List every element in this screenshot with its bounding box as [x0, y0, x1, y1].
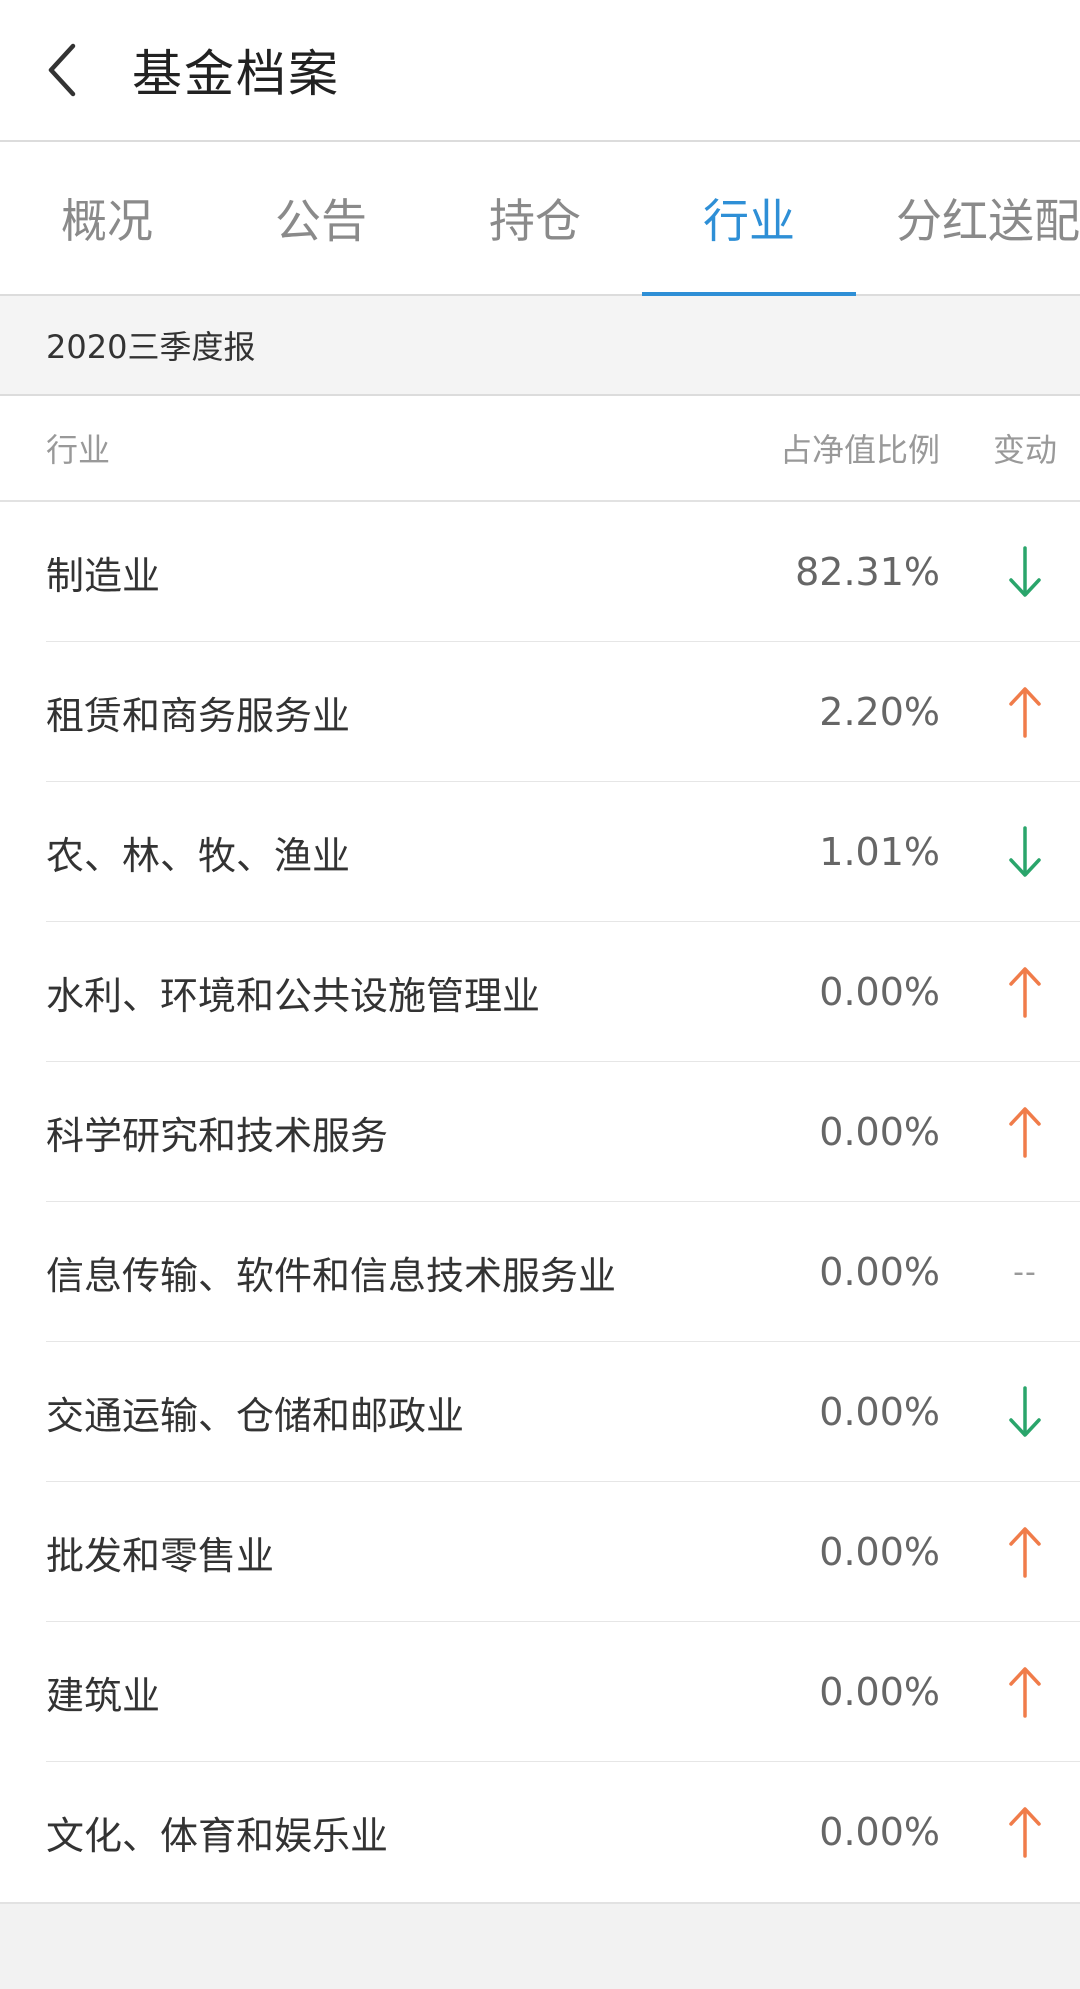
table-row[interactable]: 文化、体育和娱乐业 0.00% — [0, 1762, 1080, 1902]
arrow-up-icon — [940, 1762, 1080, 1902]
tab-overview[interactable]: 概况 — [0, 142, 214, 294]
no-change-indicator: -- — [940, 1202, 1080, 1342]
table-row[interactable]: 批发和零售业 0.00% — [0, 1482, 1080, 1622]
top-bar: 基金档案 — [0, 0, 1080, 142]
arrow-down-icon — [940, 502, 1080, 642]
net-value-ratio: 1.01% — [819, 830, 940, 874]
industry-name: 建筑业 — [46, 1673, 161, 1718]
tab-holdings[interactable]: 持仓 — [428, 142, 642, 294]
table-row[interactable]: 信息传输、软件和信息技术服务业 0.00% -- — [0, 1202, 1080, 1342]
back-button[interactable] — [8, 0, 118, 141]
industry-name: 农、林、牧、渔业 — [46, 833, 351, 878]
chevron-left-icon — [48, 43, 76, 97]
report-period: 2020三季度报 — [0, 296, 1080, 396]
net-value-ratio: 0.00% — [819, 1530, 940, 1574]
table-row[interactable]: 科学研究和技术服务 0.00% — [0, 1062, 1080, 1202]
industry-table: 行业 占净值比例 变动 制造业 82.31% 租赁和商务服务业 2.20% 农、林、牧、… — [0, 396, 1080, 1902]
industry-name: 制造业 — [46, 553, 161, 598]
table-row[interactable]: 农、林、牧、渔业 1.01% — [0, 782, 1080, 922]
fund-profile-screen: 基金档案 概况 公告 持仓 行业 分红送配 2020三季度报 行业 占净值比例 … — [0, 0, 1080, 1989]
table-row[interactable]: 制造业 82.31% — [0, 502, 1080, 642]
industry-name: 交通运输、仓储和邮政业 — [46, 1393, 465, 1438]
industry-name: 文化、体育和娱乐业 — [46, 1813, 389, 1858]
tab-bar: 概况 公告 持仓 行业 分红送配 — [0, 142, 1080, 296]
net-value-ratio: 0.00% — [819, 1670, 940, 1714]
table-row[interactable]: 交通运输、仓储和邮政业 0.00% — [0, 1342, 1080, 1482]
tab-dividends[interactable]: 分红送配 — [856, 142, 1080, 294]
arrow-up-icon — [940, 922, 1080, 1062]
arrow-up-icon — [940, 1482, 1080, 1622]
net-value-ratio: 0.00% — [819, 1810, 940, 1854]
header-ratio: 占净值比例 — [779, 431, 940, 469]
arrow-up-icon — [940, 642, 1080, 782]
industry-name: 批发和零售业 — [46, 1533, 275, 1578]
arrow-up-icon — [940, 1062, 1080, 1202]
industry-name: 租赁和商务服务业 — [46, 693, 351, 738]
net-value-ratio: 0.00% — [819, 1250, 940, 1294]
net-value-ratio: 2.20% — [819, 690, 940, 734]
net-value-ratio: 0.00% — [819, 1390, 940, 1434]
no-change-dash: -- — [1013, 1254, 1037, 1290]
net-value-ratio: 0.00% — [819, 1110, 940, 1154]
table-header: 行业 占净值比例 变动 — [0, 396, 1080, 502]
table-row[interactable]: 水利、环境和公共设施管理业 0.00% — [0, 922, 1080, 1062]
page-title: 基金档案 — [132, 45, 340, 103]
header-change: 变动 — [992, 431, 1057, 469]
header-industry: 行业 — [46, 431, 111, 469]
arrow-up-icon — [940, 1622, 1080, 1762]
net-value-ratio: 82.31% — [795, 550, 940, 594]
table-row[interactable]: 建筑业 0.00% — [0, 1622, 1080, 1762]
arrow-down-icon — [940, 782, 1080, 922]
arrow-down-icon — [940, 1342, 1080, 1482]
industry-name: 水利、环境和公共设施管理业 — [46, 973, 541, 1018]
net-value-ratio: 0.00% — [819, 970, 940, 1014]
tab-announcements[interactable]: 公告 — [214, 142, 428, 294]
bottom-spacer — [0, 1902, 1080, 1989]
industry-name: 信息传输、软件和信息技术服务业 — [46, 1253, 617, 1298]
tab-industry[interactable]: 行业 — [642, 142, 856, 296]
industry-name: 科学研究和技术服务 — [46, 1113, 389, 1158]
table-body: 制造业 82.31% 租赁和商务服务业 2.20% 农、林、牧、渔业 1.01% 水利、环境… — [0, 502, 1080, 1902]
table-row[interactable]: 租赁和商务服务业 2.20% — [0, 642, 1080, 782]
